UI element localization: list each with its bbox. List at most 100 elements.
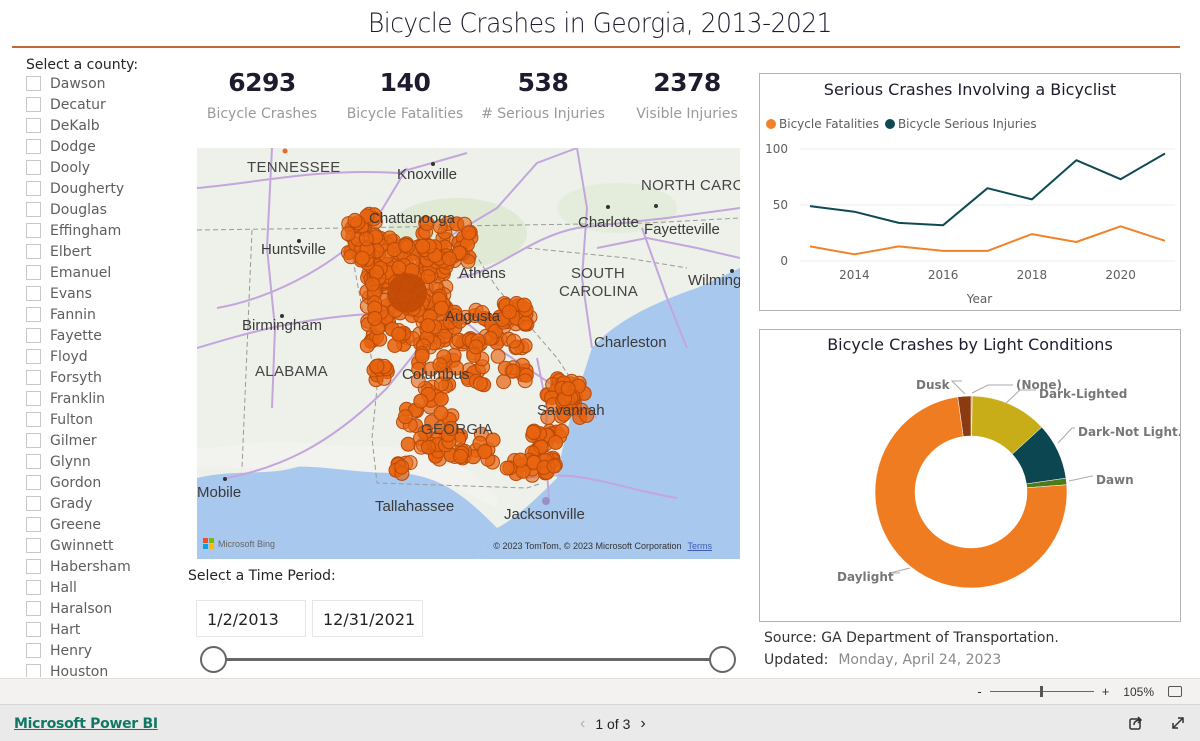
crash-marker[interactable] [354,250,370,266]
county-option[interactable]: Fulton [26,409,176,430]
crash-marker[interactable] [347,212,363,228]
county-option[interactable]: Grady [26,493,176,514]
county-checkbox[interactable] [26,433,41,448]
zoom-out-button[interactable]: - [973,684,985,699]
fit-to-page-icon[interactable] [1168,686,1182,697]
crash-marker[interactable] [433,391,449,407]
county-option[interactable]: Emanuel [26,262,176,283]
county-checkbox[interactable] [26,475,41,490]
crash-marker[interactable] [398,237,414,253]
county-option[interactable]: Dodge [26,136,176,157]
county-option[interactable]: Houston [26,661,176,677]
zoom-slider[interactable] [989,686,1094,697]
zoom-in-button[interactable]: + [1098,684,1114,699]
county-checkbox[interactable] [26,538,41,553]
crash-marker[interactable] [501,304,517,320]
county-option[interactable]: Hart [26,619,176,640]
next-page-button[interactable]: › [630,715,655,733]
time-slider-track[interactable] [214,658,723,661]
crash-marker[interactable] [506,333,522,349]
county-option[interactable]: Greene [26,514,176,535]
crash-marker[interactable] [472,376,488,392]
county-checkbox[interactable] [26,496,41,511]
crash-marker[interactable] [397,409,413,425]
share-icon[interactable] [1128,715,1144,731]
crash-marker[interactable] [505,363,521,379]
crash-marker[interactable] [516,297,532,313]
county-option[interactable]: Gilmer [26,430,176,451]
crash-marker[interactable] [391,260,407,276]
crash-marker[interactable] [453,448,468,464]
county-option[interactable]: Dawson [26,73,176,94]
county-checkbox[interactable] [26,559,41,574]
county-checkbox[interactable] [26,76,41,91]
county-checkbox[interactable] [26,622,41,637]
crash-marker[interactable] [499,460,515,476]
county-checkbox[interactable] [26,181,41,196]
county-checkbox[interactable] [26,139,41,154]
county-checkbox[interactable] [26,601,41,616]
time-slider-end-handle[interactable] [709,646,736,673]
crash-marker[interactable] [517,315,533,331]
crash-marker[interactable] [413,393,429,409]
crash-marker-cluster[interactable] [387,273,427,313]
county-option[interactable]: DeKalb [26,115,176,136]
series-line-fatalities[interactable] [809,225,1166,256]
county-checkbox[interactable] [26,307,41,322]
county-option[interactable]: Fayette [26,325,176,346]
county-option[interactable]: Dooly [26,157,176,178]
county-checkbox[interactable] [26,118,41,133]
county-checkbox[interactable] [26,412,41,427]
county-option[interactable]: Forsyth [26,367,176,388]
crash-marker[interactable] [433,405,449,421]
crash-marker[interactable] [482,330,498,346]
crash-marker[interactable] [468,339,484,355]
county-option[interactable]: Gwinnett [26,535,176,556]
crash-marker[interactable] [548,435,564,450]
county-slicer-list[interactable]: Dawson Decatur DeKalb Dodge Dooly Dougherty Do… [26,73,176,677]
previous-page-button[interactable]: ‹ [570,715,595,733]
county-option[interactable]: Henry [26,640,176,661]
county-option[interactable]: Haralson [26,598,176,619]
crash-marker[interactable] [546,458,562,474]
county-option[interactable]: Effingham [26,220,176,241]
county-option[interactable]: Evans [26,283,176,304]
crash-marker[interactable] [415,238,431,254]
fullscreen-icon[interactable] [1170,715,1186,731]
crash-marker[interactable] [340,226,356,242]
county-checkbox[interactable] [26,580,41,595]
crash-marker[interactable] [461,225,477,241]
start-date-input[interactable]: 1/2/2013 [196,600,306,637]
county-checkbox[interactable] [26,160,41,175]
county-checkbox[interactable] [26,664,41,677]
county-option[interactable]: Douglas [26,199,176,220]
crash-marker[interactable] [517,373,533,389]
crash-marker[interactable] [367,311,383,326]
county-option[interactable]: Glynn [26,451,176,472]
county-checkbox[interactable] [26,286,41,301]
crash-marker[interactable] [477,444,493,460]
county-option[interactable]: Floyd [26,346,176,367]
end-date-input[interactable]: 12/31/2021 [312,600,423,637]
county-checkbox[interactable] [26,370,41,385]
county-option[interactable]: Decatur [26,94,176,115]
county-option[interactable]: Elbert [26,241,176,262]
county-checkbox[interactable] [26,328,41,343]
county-checkbox[interactable] [26,349,41,364]
crash-marker[interactable] [359,338,375,354]
county-checkbox[interactable] [26,454,41,469]
crash-marker[interactable] [391,326,407,342]
crash-marker[interactable] [414,348,430,364]
county-checkbox[interactable] [26,517,41,532]
crash-marker[interactable] [525,424,541,440]
crash-marker[interactable] [420,318,436,334]
crash-marker[interactable] [394,459,410,475]
time-slider-start-handle[interactable] [200,646,227,673]
crash-marker[interactable] [421,439,436,455]
county-checkbox[interactable] [26,223,41,238]
county-option[interactable]: Franklin [26,388,176,409]
crash-map[interactable]: TENNESSEE Knoxville NORTH CAROLINA Chatt… [197,148,740,559]
county-checkbox[interactable] [26,391,41,406]
county-option[interactable]: Hall [26,577,176,598]
crash-marker[interactable] [560,381,576,397]
